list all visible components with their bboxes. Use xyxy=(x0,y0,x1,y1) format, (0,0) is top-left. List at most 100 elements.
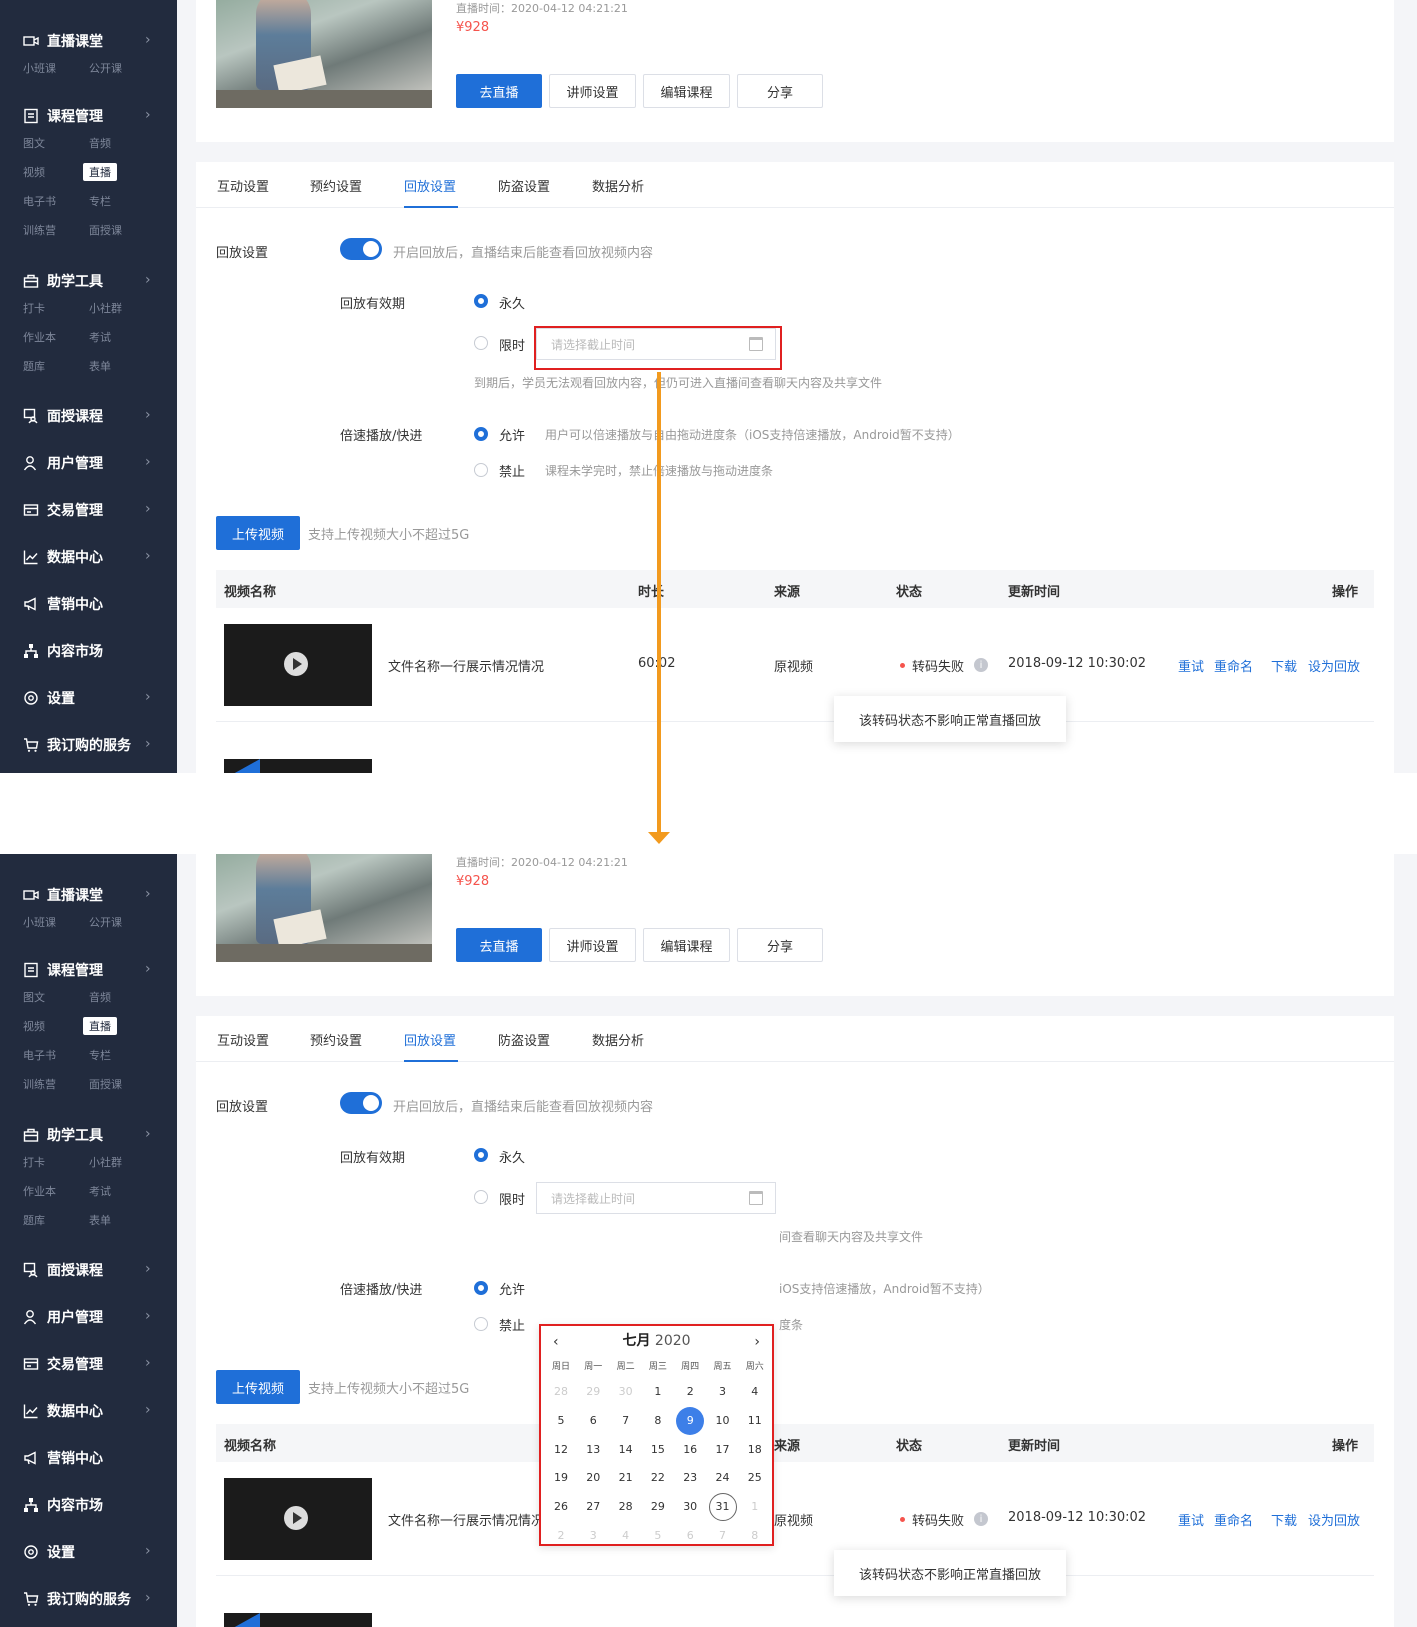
sidebar-item-title[interactable]: 设置 xyxy=(23,687,75,709)
video-thumbnail[interactable] xyxy=(224,1478,372,1560)
chevron-right-icon[interactable]: › xyxy=(145,548,151,564)
sidebar-subitem[interactable]: 公开课 xyxy=(89,914,122,930)
radio-forbid[interactable] xyxy=(474,463,488,477)
sidebar-item-title[interactable]: 用户管理 xyxy=(23,1306,103,1328)
sidebar-subitem[interactable]: 公开课 xyxy=(89,60,122,76)
radio-limited[interactable] xyxy=(474,1190,488,1204)
sidebar-item-title[interactable]: 营销中心 xyxy=(23,593,103,615)
play-icon[interactable] xyxy=(284,1506,308,1530)
sidebar-item-title[interactable]: 面授课程 xyxy=(23,1259,103,1281)
sidebar-subitem[interactable]: 训练营 xyxy=(23,222,56,238)
sidebar-subitem[interactable]: 电子书 xyxy=(23,193,56,209)
sidebar-group-10[interactable]: 设置 › xyxy=(0,687,177,709)
sidebar-group-5[interactable]: 用户管理 › xyxy=(0,452,177,474)
sidebar-subitem[interactable]: 视频 xyxy=(23,164,45,180)
sidebar-subitem[interactable]: 题库 xyxy=(23,358,45,374)
chevron-right-icon[interactable]: › xyxy=(145,961,151,977)
radio-forbid[interactable] xyxy=(474,1317,488,1331)
sidebar-subitem[interactable]: 图文 xyxy=(23,135,45,151)
chevron-right-icon[interactable]: › xyxy=(145,407,151,423)
calendar-day[interactable]: 25 xyxy=(741,1466,769,1490)
chevron-right-icon[interactable]: › xyxy=(145,1126,151,1142)
sidebar-subitem[interactable]: 面授课 xyxy=(89,222,122,238)
retry-link[interactable]: 重试 xyxy=(1178,1510,1204,1529)
chevron-right-icon[interactable]: › xyxy=(145,1261,151,1277)
sidebar-subitem[interactable]: 专栏 xyxy=(89,1047,111,1063)
sidebar-item-title[interactable]: 直播课堂 xyxy=(23,884,103,906)
calendar-day[interactable]: 9 xyxy=(676,1406,705,1435)
radio-allow[interactable] xyxy=(474,1281,488,1295)
sidebar-item-title[interactable]: 数据中心 xyxy=(23,546,103,568)
go-live-button[interactable]: 去直播 xyxy=(456,74,542,108)
calendar-day[interactable]: 28 xyxy=(612,1495,640,1519)
share-button[interactable]: 分享 xyxy=(737,74,823,108)
sidebar-item-title[interactable]: 我订购的服务 xyxy=(23,734,131,756)
sidebar-group-4[interactable]: 面授课程 › xyxy=(0,1259,177,1281)
calendar-day[interactable]: 7 xyxy=(709,1524,737,1548)
calendar-day[interactable]: 14 xyxy=(612,1438,640,1462)
calendar-day[interactable]: 2 xyxy=(676,1380,704,1404)
calendar-day[interactable]: 3 xyxy=(579,1524,607,1548)
chevron-right-icon[interactable]: › xyxy=(145,107,151,123)
radio-allow[interactable] xyxy=(474,427,488,441)
tab-3[interactable]: 回放设置 xyxy=(404,176,456,195)
sidebar-item-title[interactable]: 内容市场 xyxy=(23,1494,103,1516)
calendar-day[interactable]: 3 xyxy=(709,1380,737,1404)
sidebar-group-8[interactable]: 营销中心 xyxy=(0,593,177,615)
sidebar-item-title[interactable]: 营销中心 xyxy=(23,1447,103,1469)
sidebar-subitem[interactable]: 小班课 xyxy=(23,60,56,76)
sidebar-item-title[interactable]: 交易管理 xyxy=(23,499,103,521)
chevron-right-icon[interactable]: › xyxy=(145,1308,151,1324)
sidebar-group-7[interactable]: 数据中心 › xyxy=(0,546,177,568)
calendar-day[interactable]: 22 xyxy=(644,1466,672,1490)
calendar-day[interactable]: 30 xyxy=(612,1380,640,1404)
info-icon[interactable]: i xyxy=(974,658,988,672)
calendar-day[interactable]: 5 xyxy=(547,1409,575,1433)
tab-3[interactable]: 回放设置 xyxy=(404,1030,456,1049)
sidebar-item-title[interactable]: 我订购的服务 xyxy=(23,1588,131,1610)
sidebar-group-1[interactable]: 直播课堂 › xyxy=(0,884,177,906)
calendar-day[interactable]: 6 xyxy=(676,1524,704,1548)
chevron-right-icon[interactable]: › xyxy=(145,1590,151,1606)
sidebar-subitem[interactable]: 直播 xyxy=(83,163,117,181)
video-thumbnail[interactable] xyxy=(224,624,372,706)
chevron-right-icon[interactable]: › xyxy=(145,689,151,705)
sidebar-group-4[interactable]: 面授课程 › xyxy=(0,405,177,427)
sidebar-item-title[interactable]: 用户管理 xyxy=(23,452,103,474)
retry-link[interactable]: 重试 xyxy=(1178,656,1204,675)
sidebar-item-title[interactable]: 交易管理 xyxy=(23,1353,103,1375)
sidebar-subitem[interactable]: 小社群 xyxy=(89,300,122,316)
sidebar-subitem[interactable]: 音频 xyxy=(89,989,111,1005)
tab-5[interactable]: 数据分析 xyxy=(592,176,644,195)
calendar-day[interactable]: 29 xyxy=(579,1380,607,1404)
chevron-right-icon[interactable]: › xyxy=(145,32,151,48)
sidebar-subitem[interactable]: 作业本 xyxy=(23,329,56,345)
sidebar-item-title[interactable]: 课程管理 xyxy=(23,959,103,981)
sidebar-subitem[interactable]: 视频 xyxy=(23,1018,45,1034)
calendar-day[interactable]: 13 xyxy=(579,1438,607,1462)
calendar-day[interactable]: 27 xyxy=(579,1495,607,1519)
sidebar-subitem[interactable]: 小社群 xyxy=(89,1154,122,1170)
chevron-right-icon[interactable]: › xyxy=(145,1355,151,1371)
calendar-day[interactable]: 8 xyxy=(644,1409,672,1433)
tab-1[interactable]: 互动设置 xyxy=(217,1030,269,1049)
download-link[interactable]: 下载 xyxy=(1271,656,1297,675)
calendar-day[interactable]: 4 xyxy=(741,1380,769,1404)
sidebar-subitem[interactable]: 打卡 xyxy=(23,1154,45,1170)
calendar-day[interactable]: 26 xyxy=(547,1495,575,1519)
sidebar-group-2[interactable]: 课程管理 › xyxy=(0,959,177,981)
calendar-day[interactable]: 17 xyxy=(709,1438,737,1462)
sidebar-subitem[interactable]: 考试 xyxy=(89,329,111,345)
set-replay-link[interactable]: 设为回放 xyxy=(1308,656,1360,675)
calendar-day[interactable]: 23 xyxy=(676,1466,704,1490)
chevron-right-icon[interactable]: › xyxy=(145,886,151,902)
sidebar-item-title[interactable]: 设置 xyxy=(23,1541,75,1563)
replay-toggle[interactable] xyxy=(340,238,382,260)
rename-link[interactable]: 重命名 xyxy=(1214,656,1253,675)
calendar-day[interactable]: 16 xyxy=(676,1438,704,1462)
chevron-right-icon[interactable]: › xyxy=(145,736,151,752)
calendar-day[interactable]: 24 xyxy=(709,1466,737,1490)
calendar-day[interactable]: 1 xyxy=(644,1380,672,1404)
sidebar-group-6[interactable]: 交易管理 › xyxy=(0,1353,177,1375)
calendar-day[interactable]: 12 xyxy=(547,1438,575,1462)
